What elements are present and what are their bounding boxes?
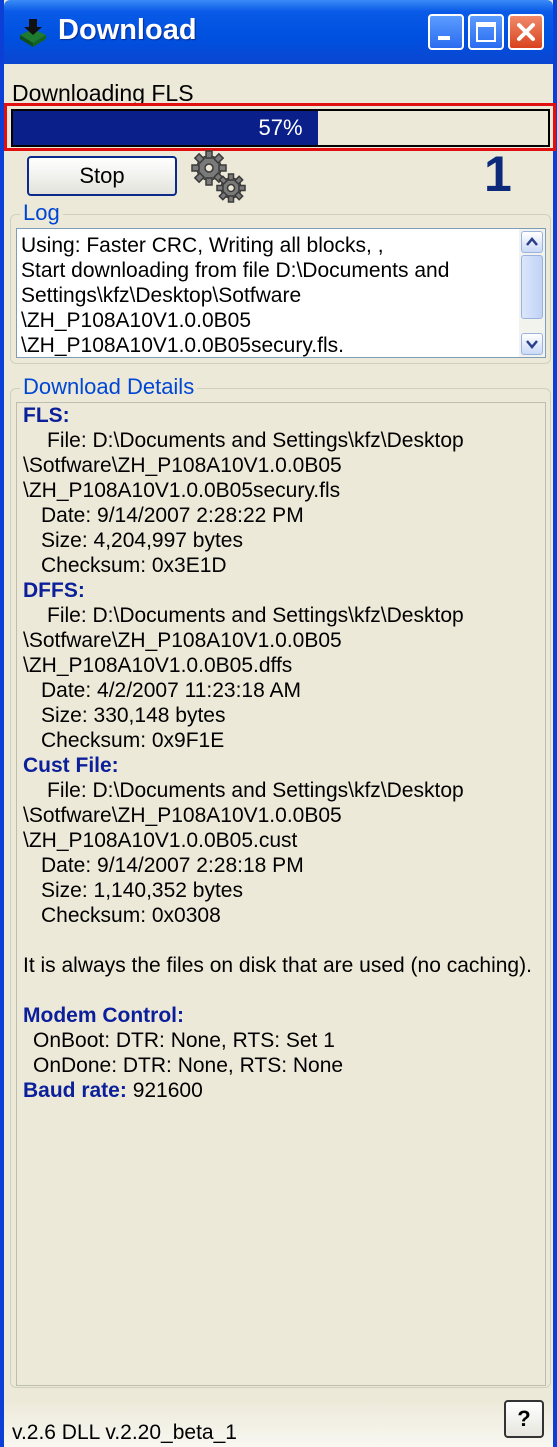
close-button[interactable] xyxy=(508,14,544,50)
log-line: Settings\kfz\Desktop\Sotfware xyxy=(21,284,302,307)
scroll-up-button[interactable] xyxy=(521,231,543,253)
close-icon xyxy=(517,23,535,41)
log-scrollbar[interactable] xyxy=(519,229,545,357)
log-text: Using: Faster CRC, Writing all blocks, ,… xyxy=(21,233,521,357)
version-label: v.2.6 DLL v.2.20_beta_1 xyxy=(12,1421,237,1444)
log-line: \ZH_P108A10V1.0.0B05secury.fls. xyxy=(21,334,344,357)
progress-bar: 57% xyxy=(11,109,550,147)
help-button[interactable]: ? xyxy=(504,1400,544,1438)
window-title: Download xyxy=(58,14,197,46)
chevron-down-icon xyxy=(526,340,538,349)
fls-file-line: File: D:\Documents and Settings\kfz\Desk… xyxy=(47,429,464,452)
dffs-file-line: \ZH_P108A10V1.0.0B05.dffs xyxy=(23,654,293,677)
log-label: Log xyxy=(20,200,63,226)
dffs-date: Date: 4/2/2007 11:23:18 AM xyxy=(41,679,301,702)
dffs-file-line: File: D:\Documents and Settings\kfz\Desk… xyxy=(47,604,464,627)
device-counter: 1 xyxy=(484,146,512,202)
log-line: Using: Faster CRC, Writing all blocks, , xyxy=(21,234,384,257)
log-line: \ZH_P108A10V1.0.0B05 xyxy=(21,309,251,332)
progress-percent: 57% xyxy=(258,115,303,140)
fls-date: Date: 9/14/2007 2:28:22 PM xyxy=(41,504,304,527)
details-label: Download Details xyxy=(20,374,198,400)
dffs-size: Size: 330,148 bytes xyxy=(41,704,226,727)
modem-on-boot: OnBoot: DTR: None, RTS: Set 1 xyxy=(33,1029,335,1052)
maximize-button[interactable] xyxy=(468,14,504,50)
minimize-icon xyxy=(438,36,450,40)
dffs-heading: DFFS: xyxy=(23,579,85,602)
dffs-file-line: \Sotfware\ZH_P108A10V1.0.0B05 xyxy=(23,629,342,652)
cust-date: Date: 9/14/2007 2:28:18 PM xyxy=(41,854,304,877)
baud-rate-value: 921600 xyxy=(132,1079,203,1102)
gears-icon xyxy=(191,150,246,203)
dffs-checksum: Checksum: 0x9F1E xyxy=(41,729,225,752)
cust-file-line: \ZH_P108A10V1.0.0B05.cust xyxy=(23,829,298,852)
modem-on-done: OnDone: DTR: None, RTS: None xyxy=(33,1054,344,1077)
cust-checksum: Checksum: 0x0308 xyxy=(41,904,221,927)
fls-checksum: Checksum: 0x3E1D xyxy=(41,554,227,577)
stop-button[interactable]: Stop xyxy=(27,156,177,196)
log-line: Start downloading from file D:\Documents… xyxy=(21,259,450,282)
cust-file-line: \Sotfware\ZH_P108A10V1.0.0B05 xyxy=(23,804,342,827)
title-bar[interactable]: Download xyxy=(4,0,553,64)
download-app-icon xyxy=(20,19,46,47)
fls-file-line: \Sotfware\ZH_P108A10V1.0.0B05 xyxy=(23,454,342,477)
chevron-up-icon xyxy=(526,237,538,246)
fls-heading: FLS: xyxy=(23,404,70,427)
cust-file-line: File: D:\Documents and Settings\kfz\Desk… xyxy=(47,779,464,802)
modem-heading: Modem Control: xyxy=(23,1004,184,1027)
download-window: Download Downloading FLS 57% Stop 1 Log … xyxy=(0,0,557,1447)
log-textbox[interactable]: Using: Faster CRC, Writing all blocks, ,… xyxy=(16,228,546,358)
baud-rate-row: Baud rate: 921600 xyxy=(23,1078,543,1103)
cust-heading: Cust File: xyxy=(23,754,119,777)
scroll-down-button[interactable] xyxy=(521,333,543,355)
maximize-icon xyxy=(476,22,496,42)
cust-size: Size: 1,140,352 bytes xyxy=(41,879,243,902)
fls-file-line: \ZH_P108A10V1.0.0B05secury.fls xyxy=(23,479,341,502)
baud-rate-label: Baud rate: xyxy=(23,1079,127,1102)
minimize-button[interactable] xyxy=(428,14,464,50)
details-text: FLS: File: D:\Documents and Settings\kfz… xyxy=(23,403,543,1103)
details-panel[interactable]: FLS: File: D:\Documents and Settings\kfz… xyxy=(16,402,546,1386)
scroll-thumb[interactable] xyxy=(521,255,543,319)
fls-size: Size: 4,204,997 bytes xyxy=(41,529,243,552)
caching-note: It is always the files on disk that are … xyxy=(23,954,532,977)
